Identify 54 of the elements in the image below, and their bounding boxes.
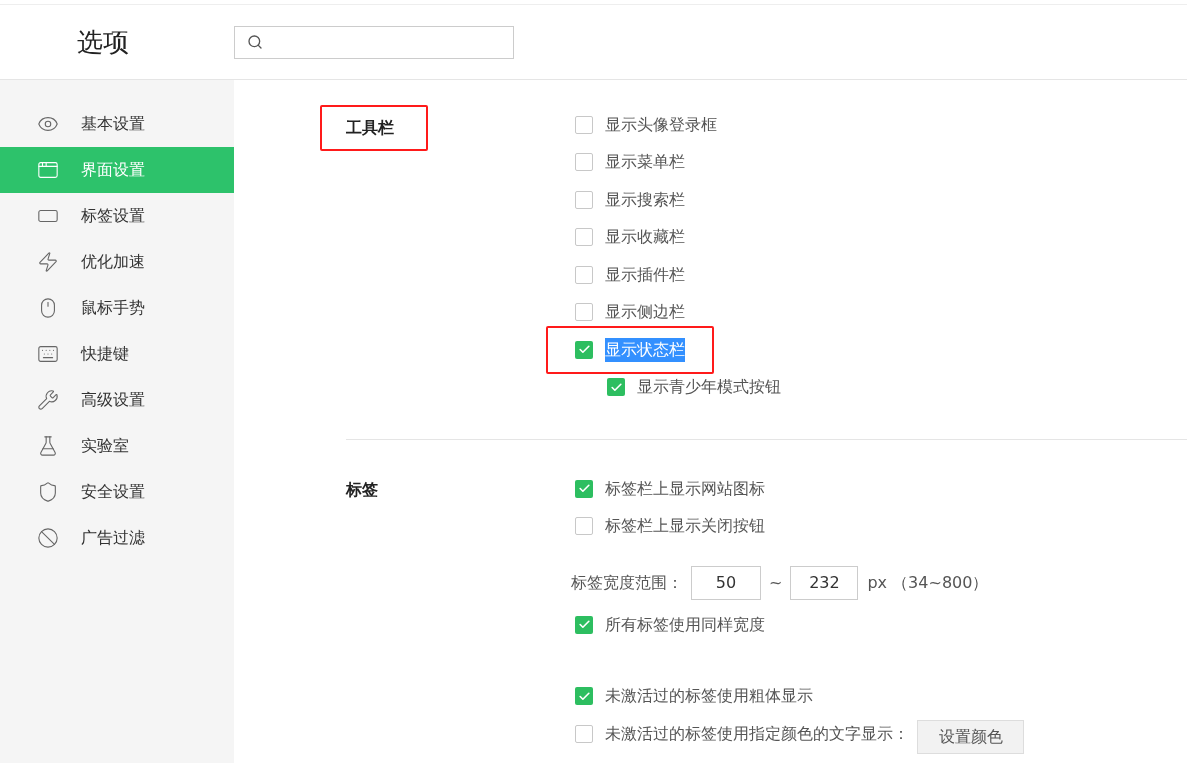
checkbox[interactable] (575, 115, 593, 134)
window-icon (37, 159, 59, 181)
sidebar-item[interactable]: 标签设置 (0, 193, 234, 239)
keyboard-icon (37, 343, 59, 365)
section-title: 标签 (346, 480, 378, 499)
checkbox-label[interactable]: 所有标签使用同样宽度 (605, 612, 765, 637)
checkbox[interactable] (575, 340, 593, 359)
checkbox-label[interactable]: 显示插件栏 (605, 262, 685, 287)
set-color-button[interactable]: 设置颜色 (917, 719, 1024, 754)
range-label: 标签宽度范围： (571, 572, 683, 594)
checkbox-label[interactable]: 未激活过的标签使用粗体显示 (605, 684, 813, 709)
checkbox-label[interactable]: 未激活过的标签使用指定颜色的文字显示： (605, 721, 909, 746)
shield-icon (37, 481, 59, 503)
checkbox[interactable] (575, 153, 593, 172)
unit-text: px （34~800） (867, 572, 989, 594)
checkbox[interactable] (575, 687, 593, 706)
flask-icon (37, 435, 59, 457)
lightning-icon (37, 251, 59, 273)
sidebar-item[interactable]: 优化加速 (0, 239, 234, 285)
sidebar-item[interactable]: 鼠标手势 (0, 285, 234, 331)
checkbox-label[interactable]: 显示侧边栏 (605, 300, 685, 325)
sidebar-item[interactable]: 高级设置 (0, 377, 234, 423)
checkbox-label[interactable]: 显示搜索栏 (605, 187, 685, 212)
checkmark-icon (609, 380, 623, 394)
checkbox[interactable] (575, 724, 593, 743)
window-title: 选项 (77, 25, 130, 59)
checkbox-label[interactable]: 标签栏上显示关闭按钮 (605, 514, 765, 539)
sidebar-item[interactable]: 广告过滤 (0, 515, 234, 561)
sidebar-item[interactable]: 快捷键 (0, 331, 234, 377)
section-title: 工具栏 (320, 105, 428, 151)
checkbox[interactable] (575, 517, 593, 536)
checkbox[interactable] (607, 378, 625, 397)
min-width-field[interactable]: 50 (691, 566, 761, 600)
checkbox-label[interactable]: 标签栏上显示网站图标 (605, 476, 765, 501)
sidebar-item[interactable]: 安全设置 (0, 469, 234, 515)
prohibited-icon (37, 527, 59, 549)
wrench-icon (37, 389, 59, 411)
max-width-field[interactable]: 232 (790, 566, 859, 600)
checkbox-label[interactable]: 显示收藏栏 (605, 225, 685, 250)
range-separator: ~ (769, 572, 783, 594)
checkbox-label[interactable]: 显示青少年模式按钮 (637, 375, 781, 400)
checkbox[interactable] (575, 303, 593, 322)
checkbox[interactable] (575, 479, 593, 498)
checkbox-label[interactable]: 显示菜单栏 (605, 150, 685, 175)
checkbox-label[interactable]: 显示头像登录框 (605, 112, 717, 137)
search-field[interactable] (234, 25, 514, 59)
checkbox[interactable] (575, 228, 593, 247)
sidebar-item[interactable]: 基本设置 (0, 101, 234, 147)
sidebar-item[interactable]: 实验室 (0, 423, 234, 469)
checkbox[interactable] (575, 190, 593, 209)
checkmark-icon (577, 689, 591, 703)
checkbox[interactable] (575, 615, 593, 634)
checkbox[interactable] (575, 265, 593, 284)
search-icon (247, 34, 263, 50)
